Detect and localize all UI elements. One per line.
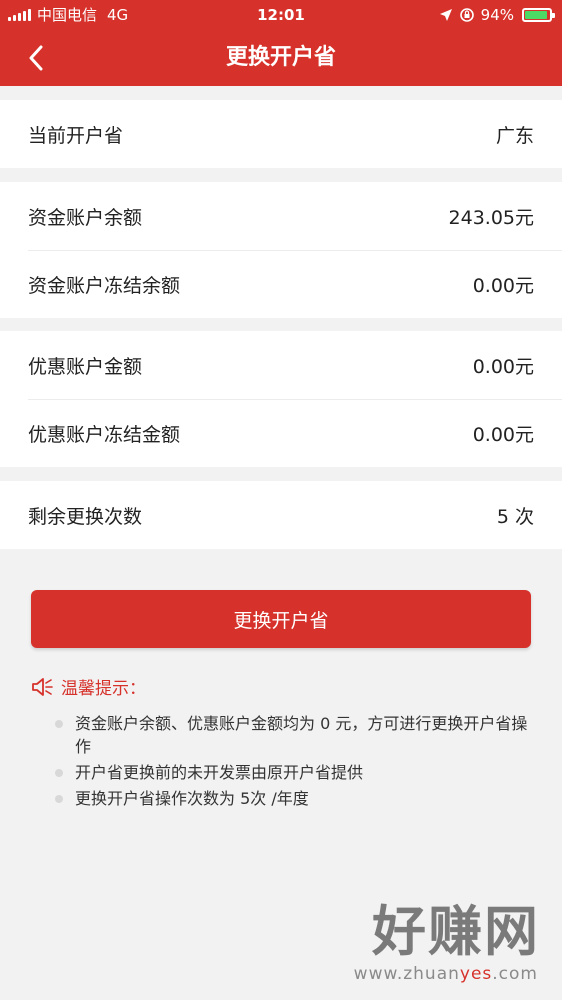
fund-balance-label: 资金账户余额	[28, 206, 143, 229]
location-arrow-icon	[439, 9, 452, 21]
page-title: 更换开户省	[225, 45, 336, 70]
rotation-lock-icon	[459, 8, 474, 22]
current-province-label: 当前开户省	[28, 124, 124, 147]
tips-list: 资金账户余额、优惠账户金额均为 0 元，方可进行更换开户省操作 开户省更换前的未…	[52, 712, 542, 813]
discount-account-card: 优惠账户金额 0.00元 优惠账户冻结金额 0.00元	[0, 331, 562, 467]
remaining-changes-label: 剩余更换次数	[28, 505, 143, 528]
fund-balance-row: 资金账户余额 243.05元	[0, 182, 562, 250]
remaining-changes-row: 剩余更换次数 5 次	[0, 481, 562, 549]
status-bar-right: 94%	[439, 0, 555, 30]
discount-amount-row: 优惠账户金额 0.00元	[0, 331, 562, 399]
watermark: 好赚网 www.zhuanyes.com	[348, 902, 548, 992]
current-province-row: 当前开户省 广东	[0, 100, 562, 168]
watermark-logo-text: 好赚网	[372, 900, 540, 963]
status-bar: 中国电信 4G 12:01 94%	[0, 0, 562, 30]
navigation-bar: 更换开户省	[0, 30, 562, 86]
current-province-value: 广东	[495, 124, 534, 147]
discount-amount-label: 优惠账户金额	[28, 355, 143, 378]
fund-frozen-label: 资金账户冻结余额	[28, 275, 181, 297]
remaining-changes-value: 5 次	[496, 505, 534, 528]
chevron-left-icon	[29, 45, 43, 71]
battery-percent: 94%	[480, 6, 514, 24]
change-province-button[interactable]: 更换开户省	[31, 590, 531, 648]
tip-item: 资金账户余额、优惠账户金额均为 0 元，方可进行更换开户省操作	[52, 712, 542, 758]
tip-item: 开户省更换前的未开发票由原开户省提供	[52, 761, 542, 784]
watermark-url: www.zhuanyes.com	[353, 964, 538, 984]
tip-item: 更换开户省操作次数为 5次 /年度	[52, 787, 542, 810]
fund-frozen-value: 0.00元	[472, 275, 534, 297]
discount-frozen-row: 优惠账户冻结金额 0.00元	[28, 399, 562, 467]
province-card: 当前开户省 广东	[0, 100, 562, 168]
discount-frozen-value: 0.00元	[472, 424, 534, 446]
fund-account-card: 资金账户余额 243.05元 资金账户冻结余额 0.00元	[0, 182, 562, 318]
back-button[interactable]	[18, 42, 54, 74]
speaker-icon	[32, 677, 53, 696]
tips-title: 温馨提示：	[61, 679, 146, 699]
discount-frozen-label: 优惠账户冻结金额	[28, 424, 181, 446]
battery-icon	[522, 8, 555, 22]
fund-balance-value: 243.05元	[448, 206, 534, 229]
app-header: 中国电信 4G 12:01 94% 更换开户省	[0, 0, 562, 86]
tips-heading: 温馨提示：	[31, 674, 146, 699]
fund-frozen-row: 资金账户冻结余额 0.00元	[28, 250, 562, 318]
remaining-changes-card: 剩余更换次数 5 次	[0, 481, 562, 549]
discount-amount-value: 0.00元	[472, 355, 534, 378]
